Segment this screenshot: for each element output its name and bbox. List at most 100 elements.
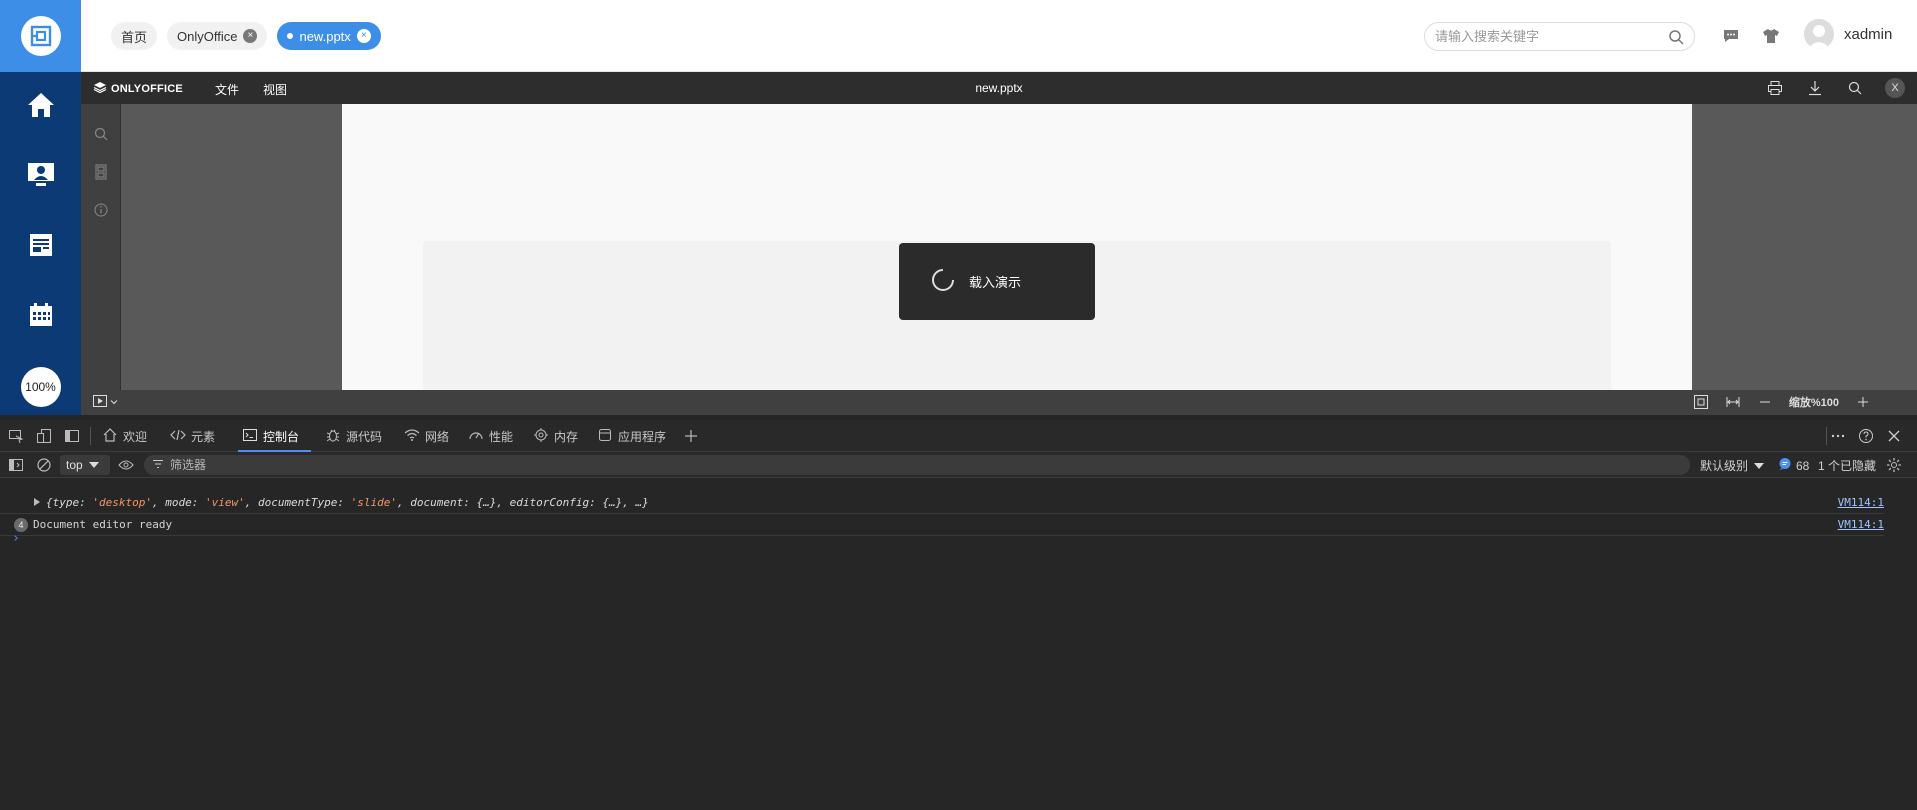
help-icon[interactable] (1858, 428, 1874, 444)
levels-label: 默认级别 (1700, 459, 1749, 473)
console-filter-bar: top 默认级别 68 1 个已隐藏 (0, 452, 1917, 478)
settings-gear-icon[interactable] (1886, 457, 1902, 473)
editor-status-bar: 缩放%100 (81, 390, 1917, 415)
zoom-in-icon[interactable] (1855, 394, 1871, 410)
tab-label: new.pptx (299, 28, 351, 44)
device-icon[interactable] (36, 428, 52, 444)
console-prompt-icon[interactable]: › (12, 531, 20, 546)
tab-memory[interactable]: 内存 (533, 420, 578, 452)
code-icon (170, 427, 186, 446)
slideshow-control[interactable] (93, 395, 118, 410)
calendar-icon (27, 301, 55, 334)
tab-performance[interactable]: 性能 (468, 420, 513, 452)
message-count-value: 68 (1796, 458, 1810, 473)
zoom-indicator[interactable]: 100% (0, 352, 81, 422)
tab-home[interactable]: 首页 (111, 22, 158, 50)
more-icon[interactable] (1830, 428, 1846, 444)
memory-icon (533, 427, 549, 446)
wifi-icon (404, 427, 420, 446)
close-editor-button[interactable]: X (1885, 78, 1905, 98)
document-title: new.pptx (975, 81, 1023, 95)
username: xadmin (1844, 25, 1893, 43)
app-logo[interactable] (0, 0, 81, 72)
tab-label: OnlyOffice (177, 28, 238, 44)
logo-icon (20, 16, 61, 56)
filter-input[interactable] (170, 458, 570, 472)
tab-new-pptx[interactable]: new.pptx × (277, 22, 381, 50)
fit-width-icon[interactable] (1725, 394, 1741, 410)
tab-application[interactable]: 应用程序 (597, 420, 666, 452)
bug-icon (325, 427, 341, 446)
sidebar: 100% (0, 0, 81, 415)
log-entry[interactable]: {type: 'desktop', mode: 'view', document… (0, 492, 1884, 514)
eye-icon[interactable] (118, 457, 134, 473)
message-bubble-icon (1778, 457, 1792, 474)
spinner-icon (931, 268, 955, 295)
download-icon[interactable] (1805, 78, 1825, 98)
active-dot-icon (287, 33, 294, 39)
context-value: top (66, 458, 83, 472)
add-tab-icon[interactable] (683, 428, 699, 444)
tab-sources[interactable]: 源代码 (325, 420, 382, 452)
clear-console-icon[interactable] (36, 457, 52, 473)
sidebar-item-calendar[interactable] (0, 282, 81, 352)
search-icon[interactable] (91, 124, 111, 144)
sidebar-item-news[interactable] (0, 212, 81, 282)
expand-triangle-icon[interactable] (33, 497, 41, 510)
zoom-controls: 缩放%100 (1693, 394, 1871, 410)
log-levels-dropdown[interactable]: 默认级别 (1700, 457, 1765, 474)
message-icon[interactable] (1721, 26, 1741, 46)
log-entry[interactable]: 4 Document editor ready VM114:1 (0, 514, 1884, 536)
news-icon (27, 231, 55, 264)
sidebar-item-desktop[interactable] (0, 142, 81, 212)
home-icon (102, 427, 118, 446)
close-devtools-icon[interactable] (1886, 428, 1902, 444)
log-source-link[interactable]: VM114:1 (1838, 518, 1884, 531)
message-count[interactable]: 68 (1778, 457, 1809, 474)
inspect-icon[interactable] (8, 428, 24, 444)
user-menu[interactable]: xadmin (1804, 19, 1892, 49)
search-icon[interactable] (1668, 29, 1684, 50)
tab-label: 源代码 (346, 429, 383, 444)
tab-label: 首页 (121, 29, 148, 45)
tab-elements[interactable]: 元素 (170, 420, 215, 452)
sidebar-toggle-icon[interactable] (8, 457, 24, 473)
tab-welcome[interactable]: 欢迎 (102, 420, 147, 452)
play-slideshow-icon (93, 395, 107, 410)
info-icon[interactable] (91, 200, 111, 220)
close-tab-icon[interactable]: × (356, 29, 371, 43)
log-source-link[interactable]: VM114:1 (1838, 496, 1884, 509)
loading-dialog: 载入演示 (899, 243, 1095, 320)
search-box (1424, 22, 1695, 51)
menu-file[interactable]: 文件 (215, 81, 239, 98)
zoom-label: 缩放%100 (1788, 397, 1839, 409)
tab-network[interactable]: 网络 (404, 420, 449, 452)
tab-label: 性能 (489, 429, 514, 444)
search-icon[interactable] (1845, 78, 1865, 98)
sidebar-item-home[interactable] (0, 72, 81, 142)
console-output: {type: 'desktop', mode: 'view', document… (0, 478, 1917, 810)
chevron-down-icon (110, 397, 118, 409)
tab-label: 应用程序 (618, 429, 667, 444)
filter-icon (152, 458, 164, 472)
console-icon (242, 427, 258, 446)
close-tab-icon[interactable]: × (243, 29, 258, 43)
zoom-out-icon[interactable] (1757, 394, 1773, 410)
menu-view[interactable]: 视图 (263, 81, 287, 98)
tab-label: 元素 (191, 429, 216, 444)
zoom-value: 100% (20, 367, 61, 407)
tab-onlyoffice[interactable]: OnlyOffice × (167, 22, 268, 50)
tab-console[interactable]: 控制台 (237, 420, 312, 452)
log-text: Document editor ready (33, 518, 173, 531)
app-window-icon (597, 427, 613, 446)
home-icon (26, 91, 56, 124)
context-select[interactable]: top (60, 455, 110, 475)
dock-panel-icon[interactable] (64, 428, 80, 444)
skin-icon[interactable] (1761, 26, 1781, 46)
repeat-count-badge: 4 (14, 517, 28, 532)
search-input[interactable] (1435, 29, 1655, 44)
slides-icon[interactable] (91, 162, 111, 182)
print-icon[interactable] (1765, 78, 1785, 98)
caret-down-icon (88, 458, 99, 472)
fit-slide-icon[interactable] (1693, 394, 1709, 410)
